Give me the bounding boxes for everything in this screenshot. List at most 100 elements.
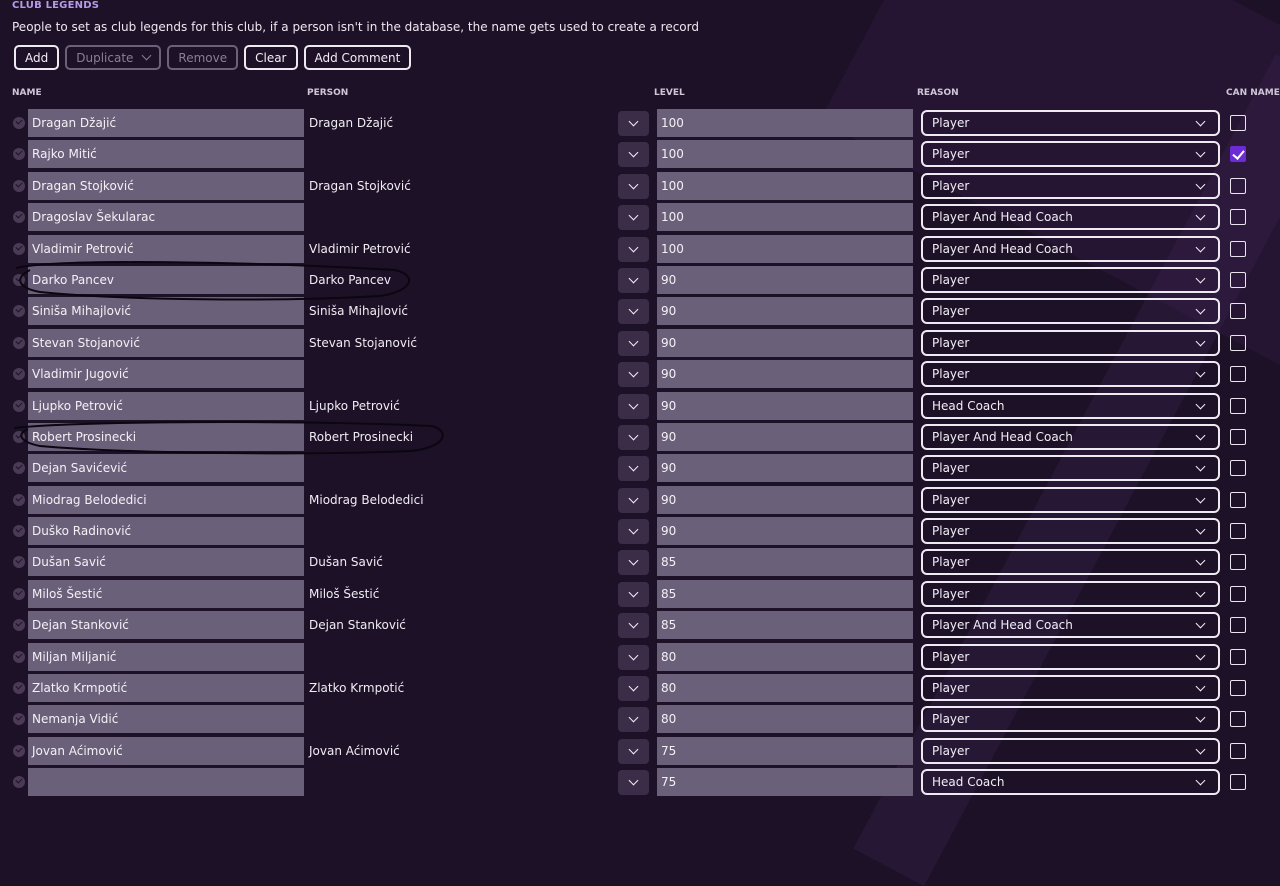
person-dropdown-button[interactable] <box>618 613 649 639</box>
level-input[interactable]: 75 <box>657 736 913 765</box>
person-dropdown-button[interactable] <box>618 424 649 450</box>
level-input[interactable]: 90 <box>657 297 913 326</box>
person-dropdown-button[interactable] <box>618 173 649 199</box>
name-input[interactable]: Zlatko Krmpotić <box>28 674 304 703</box>
name-input[interactable]: Miodrag Belodedici <box>28 485 304 514</box>
can-name-checkbox[interactable] <box>1230 460 1246 477</box>
person-dropdown-button[interactable] <box>618 581 649 607</box>
level-input[interactable]: 100 <box>657 171 913 200</box>
person-dropdown-button[interactable] <box>618 644 649 670</box>
level-input[interactable]: 90 <box>657 328 913 357</box>
can-name-checkbox[interactable] <box>1230 366 1246 383</box>
reason-dropdown[interactable]: Player <box>921 298 1220 325</box>
name-input[interactable]: Darko Pancev <box>28 265 304 294</box>
can-name-checkbox[interactable] <box>1230 585 1246 602</box>
column-header-can-name[interactable]: CAN NAME C <box>1226 88 1280 98</box>
can-name-checkbox[interactable] <box>1230 554 1246 571</box>
level-input[interactable]: 85 <box>657 548 913 577</box>
reason-dropdown[interactable]: Head Coach <box>921 392 1220 419</box>
column-header-person[interactable]: PERSON <box>307 88 348 98</box>
can-name-checkbox[interactable] <box>1230 271 1246 288</box>
level-input[interactable]: 80 <box>657 674 913 703</box>
reason-dropdown[interactable]: Player <box>921 549 1220 576</box>
person-dropdown-button[interactable] <box>618 770 649 796</box>
name-input[interactable]: Rajko Mitić <box>28 140 304 169</box>
remove-button[interactable]: Remove <box>167 45 239 70</box>
level-input[interactable]: 90 <box>657 265 913 294</box>
reason-dropdown[interactable]: Player <box>921 266 1220 293</box>
level-input[interactable]: 90 <box>657 454 913 483</box>
can-name-checkbox[interactable] <box>1230 115 1246 131</box>
column-header-name[interactable]: NAME <box>12 88 42 98</box>
duplicate-button[interactable]: Duplicate <box>65 45 162 70</box>
reason-dropdown[interactable]: Player And Head Coach <box>921 235 1220 262</box>
person-dropdown-button[interactable] <box>618 362 649 388</box>
can-name-checkbox[interactable] <box>1230 209 1246 226</box>
level-input[interactable]: 80 <box>657 705 913 734</box>
reason-dropdown[interactable]: Player <box>921 706 1220 733</box>
can-name-checkbox[interactable] <box>1230 240 1246 257</box>
person-dropdown-button[interactable] <box>618 519 649 545</box>
reason-dropdown[interactable]: Player <box>921 172 1220 199</box>
name-input[interactable]: Jovan Aćimović <box>28 736 304 765</box>
add-comment-button[interactable]: Add Comment <box>303 45 412 70</box>
level-input[interactable]: 100 <box>657 203 913 232</box>
level-input[interactable]: 90 <box>657 360 913 389</box>
name-input[interactable]: Nemanja Vidić <box>28 705 304 734</box>
person-dropdown-button[interactable] <box>618 738 649 764</box>
level-input[interactable]: 100 <box>657 109 913 137</box>
reason-dropdown[interactable]: Player <box>921 329 1220 356</box>
reason-dropdown[interactable]: Head Coach <box>921 769 1220 796</box>
can-name-checkbox[interactable] <box>1230 177 1246 194</box>
level-input[interactable]: 100 <box>657 234 913 263</box>
name-input[interactable]: Robert Prosinecki <box>28 422 304 451</box>
reason-dropdown[interactable]: Player And Head Coach <box>921 423 1220 450</box>
name-input[interactable]: Dušan Savić <box>28 548 304 577</box>
can-name-checkbox[interactable] <box>1230 428 1246 445</box>
name-input[interactable]: Ljupko Petrović <box>28 391 304 420</box>
level-input[interactable]: 90 <box>657 391 913 420</box>
name-input[interactable]: Dragan Stojković <box>28 171 304 200</box>
person-dropdown-button[interactable] <box>618 142 649 168</box>
can-name-checkbox[interactable] <box>1230 711 1246 728</box>
can-name-checkbox[interactable] <box>1230 303 1246 320</box>
can-name-checkbox[interactable] <box>1230 648 1246 665</box>
person-dropdown-button[interactable] <box>618 707 649 733</box>
name-input[interactable] <box>28 768 304 797</box>
can-name-checkbox[interactable] <box>1230 334 1246 351</box>
can-name-checkbox[interactable] <box>1230 680 1246 697</box>
reason-dropdown[interactable]: Player And Head Coach <box>921 612 1220 639</box>
reason-dropdown[interactable]: Player And Head Coach <box>921 204 1220 231</box>
reason-dropdown[interactable]: Player <box>921 675 1220 702</box>
reason-dropdown[interactable]: Player <box>921 110 1220 136</box>
can-name-checkbox[interactable] <box>1230 617 1246 634</box>
name-input[interactable]: Vladimir Jugović <box>28 360 304 389</box>
name-input[interactable]: Vladimir Petrović <box>28 234 304 263</box>
person-dropdown-button[interactable] <box>618 299 649 325</box>
person-dropdown-button[interactable] <box>618 330 649 356</box>
column-header-level[interactable]: LEVEL <box>654 88 685 98</box>
person-dropdown-button[interactable] <box>618 393 649 419</box>
add-button[interactable]: Add <box>14 45 60 70</box>
can-name-checkbox[interactable] <box>1230 774 1246 791</box>
reason-dropdown[interactable]: Player <box>921 580 1220 607</box>
can-name-checkbox[interactable] <box>1230 523 1246 540</box>
reason-dropdown[interactable]: Player <box>921 643 1220 670</box>
level-input[interactable]: 80 <box>657 642 913 671</box>
level-input[interactable]: 90 <box>657 485 913 514</box>
person-dropdown-button[interactable] <box>618 236 649 262</box>
reason-dropdown[interactable]: Player <box>921 486 1220 513</box>
name-input[interactable]: Dragoslav Šekularac <box>28 203 304 232</box>
level-input[interactable]: 75 <box>657 768 913 797</box>
person-dropdown-button[interactable] <box>618 205 649 231</box>
level-input[interactable]: 90 <box>657 422 913 451</box>
person-dropdown-button[interactable] <box>618 676 649 702</box>
name-input[interactable]: Dejan Savićević <box>28 454 304 483</box>
reason-dropdown[interactable]: Player <box>921 737 1220 764</box>
level-input[interactable]: 85 <box>657 579 913 608</box>
person-dropdown-button[interactable] <box>618 267 649 293</box>
name-input[interactable]: Miljan Miljanić <box>28 642 304 671</box>
name-input[interactable]: Siniša Mihajlović <box>28 297 304 326</box>
column-header-reason[interactable]: REASON <box>917 88 959 98</box>
name-input[interactable]: Duško Radinović <box>28 517 304 546</box>
